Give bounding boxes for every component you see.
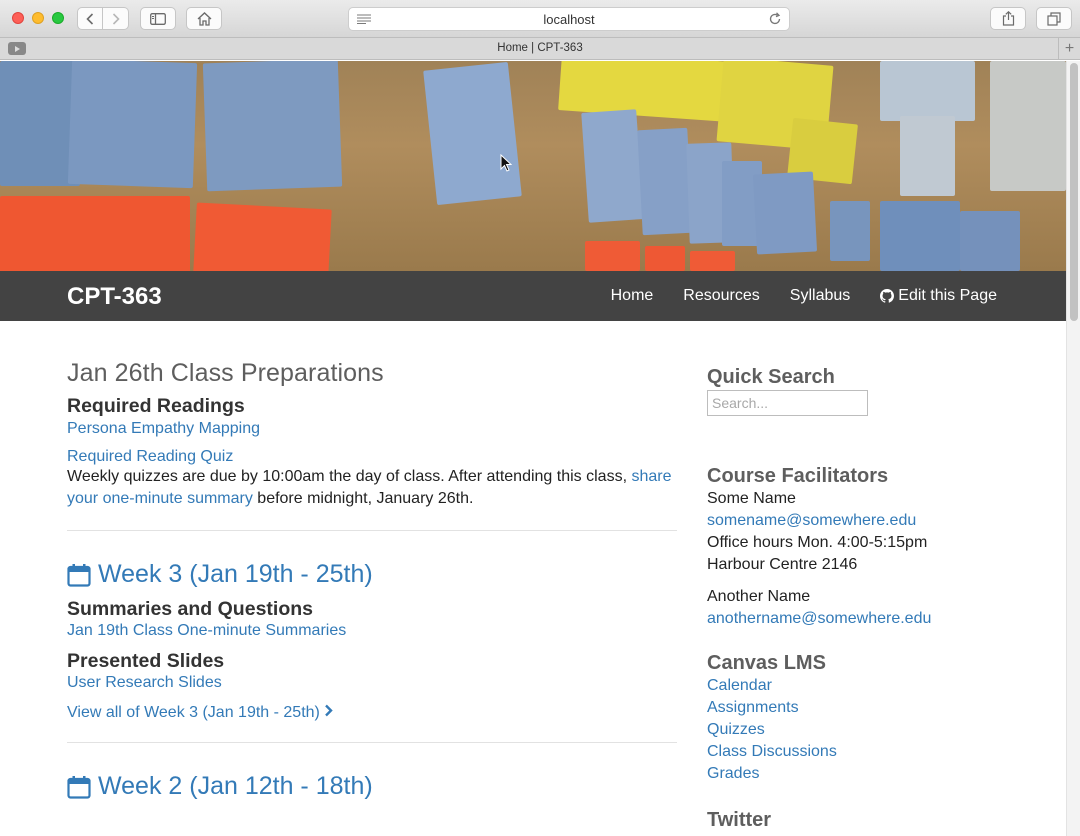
nav-syllabus[interactable]: Syllabus bbox=[790, 287, 850, 305]
quiz-text-after: before midnight, January 26th. bbox=[252, 490, 474, 507]
section-divider bbox=[67, 742, 677, 743]
nav-edit-page-label: Edit this Page bbox=[898, 287, 997, 304]
facilitator-name: Another Name bbox=[707, 588, 811, 605]
site-brand[interactable]: CPT-363 bbox=[67, 283, 162, 311]
share-icon bbox=[1002, 11, 1014, 26]
close-window-button[interactable] bbox=[12, 12, 24, 24]
section-divider bbox=[67, 530, 677, 531]
address-bar[interactable]: localhost bbox=[348, 7, 790, 31]
calendar-icon bbox=[67, 563, 91, 587]
twitter-heading: Twitter bbox=[707, 809, 772, 831]
week2-title[interactable]: Week 2 (Jan 12th - 18th) bbox=[67, 772, 677, 801]
facilitator-email-link[interactable]: anothername@somewhere.edu bbox=[707, 608, 1027, 630]
summaries-heading: Summaries and Questions bbox=[67, 598, 313, 620]
sidebar-icon bbox=[150, 12, 166, 25]
history-nav bbox=[77, 7, 129, 30]
browser-titlebar: localhost bbox=[0, 0, 1080, 38]
forward-button[interactable] bbox=[103, 7, 129, 30]
tab-bar: Home | CPT-363 + bbox=[0, 38, 1080, 60]
chevron-left-icon bbox=[86, 12, 94, 25]
quiz-link[interactable]: Required Reading Quiz bbox=[67, 448, 233, 465]
github-icon bbox=[880, 289, 895, 303]
calendar-icon bbox=[67, 775, 91, 799]
hero-banner-image bbox=[0, 61, 1066, 271]
sidebar: Quick Search Course Facilitators Some Na… bbox=[707, 366, 1027, 832]
page-viewport: CPT-363 Home Resources Syllabus Edit thi… bbox=[0, 61, 1066, 836]
back-button[interactable] bbox=[77, 7, 103, 30]
nav-syllabus-label: Syllabus bbox=[789, 287, 851, 304]
reload-icon[interactable] bbox=[768, 12, 782, 26]
canvas-assignments-link[interactable]: Assignments bbox=[707, 697, 1027, 719]
sidebar-toggle-button[interactable] bbox=[140, 7, 176, 30]
view-all-week3-link[interactable]: View all of Week 3 (Jan 19th - 25th) bbox=[67, 704, 334, 721]
minimize-window-button[interactable] bbox=[32, 12, 44, 24]
required-readings-heading: Required Readings bbox=[67, 395, 245, 417]
week3-title[interactable]: Week 3 (Jan 19th - 25th) bbox=[67, 560, 677, 589]
scrollbar-thumb[interactable] bbox=[1070, 63, 1078, 321]
site-navbar: CPT-363 Home Resources Syllabus Edit thi… bbox=[0, 271, 1066, 321]
week3-title-text: Week 3 (Jan 19th - 25th) bbox=[98, 560, 373, 588]
office-room: Harbour Centre 2146 bbox=[707, 556, 858, 573]
fullscreen-window-button[interactable] bbox=[52, 12, 64, 24]
chevron-right-icon bbox=[325, 704, 334, 717]
canvas-quizzes-link[interactable]: Quizzes bbox=[707, 719, 1027, 741]
office-hours: Office hours Mon. 4:00-5:15pm bbox=[707, 534, 928, 551]
facilitator-email-link[interactable]: somename@somewhere.edu bbox=[707, 510, 1027, 532]
quiz-text-before: Weekly quizzes are due by 10:00am the da… bbox=[67, 468, 632, 485]
share-button[interactable] bbox=[990, 7, 1026, 30]
quick-search-heading: Quick Search bbox=[707, 366, 835, 388]
reading-link[interactable]: Persona Empathy Mapping bbox=[67, 420, 260, 437]
slides-heading: Presented Slides bbox=[67, 650, 225, 672]
tab-active[interactable]: Home | CPT-363 bbox=[0, 42, 1080, 54]
facilitator-name: Some Name bbox=[707, 490, 796, 507]
summaries-link[interactable]: Jan 19th Class One-minute Summaries bbox=[67, 622, 346, 639]
canvas-heading: Canvas LMS bbox=[707, 652, 826, 674]
search-input[interactable] bbox=[707, 390, 868, 416]
quiz-instructions: Weekly quizzes are due by 10:00am the da… bbox=[67, 466, 677, 510]
new-tab-button[interactable]: + bbox=[1058, 38, 1080, 60]
home-icon bbox=[197, 11, 211, 26]
mouse-cursor-icon bbox=[500, 154, 512, 172]
home-button[interactable] bbox=[186, 7, 222, 30]
canvas-grades-link[interactable]: Grades bbox=[707, 763, 1027, 785]
page-scrollbar[interactable] bbox=[1066, 61, 1080, 836]
prep-title: Jan 26th Class Preparations bbox=[67, 359, 384, 387]
slides-link[interactable]: User Research Slides bbox=[67, 674, 222, 691]
chevron-right-icon bbox=[112, 12, 120, 25]
main-content: Jan 26th Class Preparations Required Rea… bbox=[67, 359, 677, 801]
tabs-overview-button[interactable] bbox=[1036, 7, 1072, 30]
week2-title-text: Week 2 (Jan 12th - 18th) bbox=[98, 772, 373, 800]
nav-edit-page[interactable]: Edit this Page bbox=[880, 287, 997, 305]
nav-home[interactable]: Home bbox=[611, 287, 654, 305]
canvas-calendar-link[interactable]: Calendar bbox=[707, 675, 1027, 697]
tabs-icon bbox=[1047, 11, 1061, 26]
canvas-discussions-link[interactable]: Class Discussions bbox=[707, 741, 1027, 763]
url-text: localhost bbox=[543, 12, 595, 27]
site-nav-links: Home Resources Syllabus Edit this Page bbox=[611, 287, 997, 305]
nav-resources[interactable]: Resources bbox=[683, 287, 759, 305]
view-all-week3-text: View all of Week 3 (Jan 19th - 25th) bbox=[67, 704, 320, 721]
nav-resources-label: Resources bbox=[683, 287, 760, 304]
nav-home-label: Home bbox=[610, 287, 654, 304]
facilitators-heading: Course Facilitators bbox=[707, 465, 889, 487]
